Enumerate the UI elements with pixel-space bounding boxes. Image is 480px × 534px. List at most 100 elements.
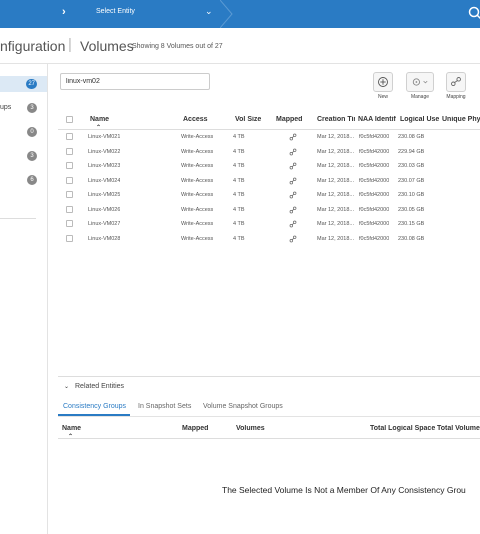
table-row[interactable]: Linux-VM028 Write-Access 4 TB Mar 12, 2018.… [58, 232, 480, 247]
cell-size: 4 TB [233, 221, 245, 227]
cell-creation-time: Mar 12, 2018... [317, 148, 354, 155]
filter-input[interactable] [60, 73, 210, 90]
column-header-volumes[interactable]: Volumes [236, 425, 265, 432]
cell-size: 4 TB [233, 192, 245, 198]
table-row[interactable]: Linux-VM024 Write-Access 4 TB Mar 12, 2018.… [58, 174, 480, 189]
column-header-naa[interactable]: NAA Identif [358, 116, 398, 123]
breadcrumb-separator-icon [220, 0, 233, 28]
mapped-link-icon [289, 148, 297, 155]
sidebar-item-groups[interactable]: ups 3 [0, 100, 47, 116]
mapped-link-icon [289, 162, 297, 170]
add-icon [373, 72, 393, 92]
row-checkbox[interactable] [66, 234, 73, 242]
cell-creation-time: Mar 12, 2018... [317, 206, 354, 213]
page-title: nfiguration [0, 38, 66, 54]
manage-button[interactable]: Manage [405, 72, 435, 102]
cell-logical-used: 230.07 GB [398, 177, 425, 184]
cell-logical-used: 230.03 GB [398, 163, 425, 169]
table-row[interactable]: Linux-VM025 Write-Access 4 TB Mar 12, 2018.… [58, 188, 480, 203]
cell-access: Write-Access [181, 163, 214, 169]
cell-naa-identifier: f0c5fd42000 [359, 134, 390, 140]
column-header-unique[interactable]: Unique Phy [442, 116, 480, 123]
column-header-name[interactable]: Name [62, 425, 81, 432]
entity-select[interactable]: Select Entity [96, 8, 135, 15]
table-row[interactable]: Linux-VM021 Write-Access 4 TB Mar 12, 2018.… [58, 130, 480, 145]
column-header-mapped[interactable]: Mapped [276, 116, 302, 123]
table-row[interactable]: Linux-VM026 Write-Access 4 TB Mar 12, 2018.… [58, 203, 480, 218]
cell-logical-used: 230.08 GB [398, 134, 425, 140]
table-body: Linux-VM021 Write-Access 4 TB Mar 12, 2018.… [58, 130, 480, 246]
tab-consistency-groups[interactable]: Consistency Groups [63, 403, 126, 410]
sort-asc-icon[interactable]: ⌃ [68, 433, 73, 440]
column-header-size[interactable]: Vol Size [235, 116, 261, 123]
cell-naa-identifier: f0c5fd42000 [359, 235, 390, 242]
column-header-name[interactable]: Name [90, 116, 109, 123]
new-button[interactable]: New [368, 72, 398, 102]
row-checkbox[interactable] [66, 205, 73, 213]
cell-name: Linux-VM025 [88, 192, 121, 198]
cell-naa-identifier: f0c5fd42000 [359, 177, 390, 184]
mapping-label: Mapping [446, 94, 466, 100]
row-checkbox[interactable] [66, 133, 73, 140]
cell-logical-used: 230.15 GB [398, 221, 425, 227]
cell-access: Write-Access [181, 221, 214, 227]
column-header-logical[interactable]: Logical Use [400, 116, 441, 123]
sidebar: 27 ups 3 0 3 6 [0, 64, 48, 534]
cell-access: Write-Access [181, 177, 214, 184]
tab-snapshot-sets[interactable]: In Snapshot Sets [138, 403, 191, 410]
volumes-table: Name ⌃ Access Vol Size Mapped Creation T… [58, 112, 480, 246]
cell-name: Linux-VM023 [88, 163, 121, 169]
gear-icon [406, 72, 434, 92]
row-checkbox[interactable] [66, 176, 73, 184]
mapped-link-icon [289, 220, 297, 228]
row-checkbox[interactable] [66, 220, 73, 227]
cell-naa-identifier: f0c5fd42000 [359, 221, 390, 227]
mapped-link-icon [289, 133, 297, 141]
manage-label: Manage [410, 94, 430, 100]
sidebar-item[interactable]: 0 [0, 124, 47, 140]
cell-naa-identifier: f0c5fd42000 [359, 192, 390, 198]
divider [0, 63, 480, 64]
count-badge: 6 [27, 175, 37, 185]
top-nav-bar: › Select Entity ⌄ [0, 0, 480, 28]
mapping-button[interactable]: Mapping [441, 72, 471, 102]
cell-size: 4 TB [233, 235, 245, 242]
cell-access: Write-Access [181, 192, 214, 198]
column-header-total-logical[interactable]: Total Logical Space [370, 425, 435, 432]
row-checkbox[interactable] [66, 147, 73, 155]
related-entities-title[interactable]: Related Entities [75, 383, 124, 390]
cell-naa-identifier: f0c5fd42000 [359, 163, 390, 169]
cell-name: Linux-VM026 [88, 206, 121, 213]
cell-size: 4 TB [233, 163, 245, 169]
cell-access: Write-Access [181, 206, 214, 213]
column-header-access[interactable]: Access [183, 116, 208, 123]
select-all-checkbox[interactable] [66, 116, 73, 123]
row-checkbox[interactable] [66, 162, 73, 169]
table-row[interactable]: Linux-VM022 Write-Access 4 TB Mar 12, 2018.… [58, 145, 480, 160]
link-icon [446, 72, 466, 92]
chevron-down-icon[interactable]: ⌄ [64, 383, 69, 390]
tab-volume-snapshot-groups[interactable]: Volume Snapshot Groups [203, 403, 283, 410]
table-row[interactable]: Linux-VM023 Write-Access 4 TB Mar 12, 2018.… [58, 159, 480, 174]
column-header-total-volume[interactable]: Total Volume [437, 425, 480, 432]
count-badge: 0 [27, 127, 37, 137]
table-header: Name ⌃ Access Vol Size Mapped Creation T… [58, 112, 480, 131]
cell-size: 4 TB [233, 134, 245, 140]
column-header-mapped[interactable]: Mapped [182, 425, 208, 432]
cell-name: Linux-VM024 [88, 177, 121, 184]
breadcrumb-arrow-icon[interactable]: › [62, 6, 66, 18]
divider [58, 416, 480, 417]
count-badge: 3 [27, 103, 37, 113]
sidebar-item-volumes[interactable]: 27 [0, 76, 47, 92]
row-checkbox[interactable] [66, 191, 73, 198]
cell-logical-used: 230.08 GB [398, 235, 425, 242]
sidebar-item[interactable]: 3 [0, 148, 47, 164]
sidebar-item[interactable]: 6 [0, 172, 47, 188]
column-header-creation[interactable]: Creation Tir [317, 116, 355, 123]
new-label: New [377, 94, 388, 100]
search-icon[interactable] [468, 6, 480, 20]
chevron-down-icon[interactable]: ⌄ [205, 6, 213, 17]
cell-logical-used: 230.10 GB [398, 192, 425, 198]
cell-creation-time: Mar 12, 2018... [317, 177, 354, 184]
table-row[interactable]: Linux-VM027 Write-Access 4 TB Mar 12, 2018.… [58, 217, 480, 232]
